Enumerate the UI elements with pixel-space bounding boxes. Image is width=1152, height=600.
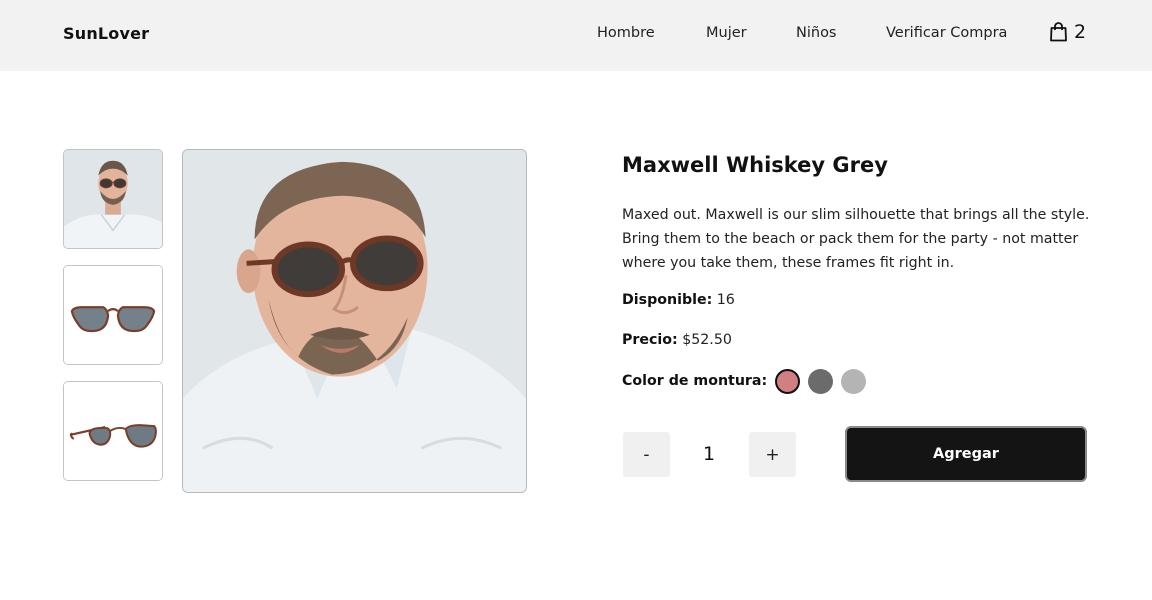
- product-description: Maxed out. Maxwell is our slim silhouett…: [622, 207, 1090, 271]
- nav-item-ninos[interactable]: Niños: [796, 25, 837, 41]
- price-label: Precio:: [622, 332, 678, 348]
- frame-color-label: Color de montura:: [622, 373, 768, 389]
- color-swatch-dark-grey[interactable]: [808, 369, 833, 394]
- thumbnail-model[interactable]: [63, 149, 163, 249]
- quantity-value: 1: [702, 443, 716, 465]
- color-swatch-pink[interactable]: [775, 369, 800, 394]
- cart-button[interactable]: 2: [1049, 22, 1086, 42]
- thumbnail-front[interactable]: [63, 265, 163, 365]
- quantity-decrease-button[interactable]: -: [623, 432, 670, 477]
- thumbnail-side[interactable]: [63, 381, 163, 481]
- price-row: Precio: $52.50: [622, 332, 732, 348]
- shopping-bag-icon: [1050, 22, 1067, 42]
- cart-count: 2: [1074, 21, 1087, 43]
- stock-value: 16: [712, 292, 735, 308]
- brand-logo[interactable]: SunLover: [63, 24, 149, 43]
- stock-row: Disponible: 16: [622, 292, 735, 308]
- nav-item-mujer[interactable]: Mujer: [706, 25, 747, 41]
- product-title: Maxwell Whiskey Grey: [622, 153, 888, 177]
- model-photo-thumbnail: [64, 150, 162, 248]
- nav-item-hombre[interactable]: Hombre: [597, 25, 655, 41]
- top-header: SunLover Hombre Mujer Niños Verificar Co…: [0, 0, 1152, 71]
- quantity-increase-button[interactable]: +: [749, 432, 796, 477]
- nav-item-verificar-compra[interactable]: Verificar Compra: [886, 25, 1007, 41]
- color-swatch-light-grey[interactable]: [841, 369, 866, 394]
- model-photo: [183, 150, 526, 492]
- glasses-front-thumbnail: [64, 266, 162, 364]
- price-value: $52.50: [677, 332, 732, 348]
- add-to-cart-button[interactable]: Agregar: [845, 426, 1087, 482]
- main-product-image: [182, 149, 527, 493]
- frame-color-row: Color de montura:: [622, 373, 767, 389]
- glasses-side-thumbnail: [64, 382, 162, 480]
- stock-label: Disponible:: [622, 292, 713, 308]
